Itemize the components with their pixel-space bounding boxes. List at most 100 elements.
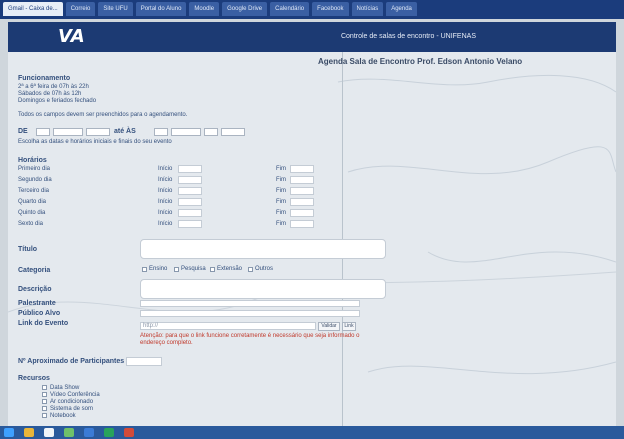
browser-tab[interactable]: Gmail - Caixa de...	[3, 2, 63, 16]
categoria-option-label: Outros	[255, 266, 274, 272]
funcionamento-line: Sábados de 07h às 12h	[18, 91, 82, 97]
categoria-option-label: Extensão	[217, 266, 243, 272]
browser-tab[interactable]: Calendário	[270, 2, 310, 16]
categoria-label: Categoria	[18, 267, 51, 274]
month-to-select[interactable]	[171, 128, 201, 136]
day-label: Terceiro dia	[18, 188, 50, 194]
agenda-title: Agenda Sala de Encontro Prof. Edson Anto…	[318, 57, 523, 66]
fim-time-input[interactable]	[290, 165, 314, 173]
categoria-option-label: Ensino	[149, 266, 168, 272]
funcionamento-heading: Funcionamento	[18, 75, 71, 82]
participantes-input[interactable]	[126, 357, 162, 366]
fim-label: Fim	[276, 188, 286, 194]
inicio-time-input[interactable]	[178, 187, 202, 195]
start-button[interactable]	[4, 428, 14, 437]
fim-label: Fim	[276, 166, 286, 172]
participantes-label: Nº Aproximado de Participantes	[18, 358, 125, 365]
categoria-radio[interactable]	[210, 267, 215, 272]
browser-tab-bar: Gmail - Caixa de... Correio Site UFU Portal…	[0, 0, 624, 19]
windows-taskbar	[0, 426, 624, 439]
date-instructions: Escolha as datas e horários iniciais e f…	[18, 139, 172, 145]
day-label: Primeiro dia	[18, 166, 51, 172]
fim-time-input[interactable]	[290, 220, 314, 228]
publico-input[interactable]	[140, 310, 360, 317]
inicio-label: Início	[158, 177, 173, 183]
recurso-label: Sistema de som	[50, 406, 94, 412]
recurso-checkbox[interactable]	[42, 413, 47, 418]
excel-taskbar-icon[interactable]	[104, 428, 114, 437]
day-label: Quinto dia	[18, 210, 46, 216]
browser-tab[interactable]: Moodle	[189, 2, 220, 16]
site-header: VA Controle de salas de encontro - UNIFE…	[8, 22, 616, 52]
inicio-label: Início	[158, 166, 173, 172]
browser-taskbar-icon[interactable]	[44, 428, 54, 437]
date-from-label: DE	[18, 128, 28, 135]
titulo-label: Título	[18, 246, 38, 253]
year-to-select[interactable]	[221, 128, 245, 136]
inicio-time-input[interactable]	[178, 209, 202, 217]
recurso-checkbox[interactable]	[42, 385, 47, 390]
link-label: Link do Evento	[18, 320, 69, 327]
recurso-label: Notebook	[50, 413, 76, 419]
fim-time-input[interactable]	[290, 187, 314, 195]
recursos-heading: Recursos	[18, 375, 50, 382]
recurso-label: Data Show	[50, 385, 80, 391]
link-button[interactable]: Link	[342, 322, 356, 331]
palestrante-input[interactable]	[140, 300, 360, 307]
categoria-radio[interactable]	[174, 267, 179, 272]
inicio-label: Início	[158, 221, 173, 227]
browser-tab[interactable]: Correio	[65, 2, 96, 16]
browser-tab[interactable]: Portal do Aluno	[135, 2, 187, 16]
funcionamento-line: Domingos e feriados fechado	[18, 98, 97, 104]
publico-label: Público Alvo	[18, 310, 61, 317]
inicio-time-input[interactable]	[178, 176, 202, 184]
descricao-label: Descrição	[18, 286, 52, 293]
fim-time-input[interactable]	[290, 198, 314, 206]
browser-tab[interactable]: Agenda	[386, 2, 417, 16]
horarios-heading: Horários	[18, 157, 47, 164]
browser-tab[interactable]: Facebook	[312, 2, 349, 16]
date-to-label: até ÀS	[114, 128, 136, 135]
day-to-select[interactable]	[154, 128, 168, 136]
browser-tab[interactable]: Google Drive	[222, 2, 268, 16]
day-label: Sexto dia	[18, 221, 44, 227]
fim-label: Fim	[276, 177, 286, 183]
inicio-label: Início	[158, 188, 173, 194]
fim-label: Fim	[276, 221, 286, 227]
inicio-time-input[interactable]	[178, 165, 202, 173]
instructions-note: Todos os campos devem ser preenchidos pa…	[18, 112, 188, 118]
inicio-label: Início	[158, 210, 173, 216]
categoria-radio[interactable]	[248, 267, 253, 272]
word-taskbar-icon[interactable]	[84, 428, 94, 437]
fim-time-input[interactable]	[290, 209, 314, 217]
recurso-label: Ar condicionado	[50, 399, 94, 405]
descricao-input[interactable]	[140, 279, 386, 299]
funcionamento-line: 2ª a 6ª feira de 07h às 22h	[18, 84, 89, 90]
day-label: Segundo dia	[18, 177, 52, 183]
browser-tab[interactable]: Site UFU	[98, 2, 133, 16]
fim-label: Fim	[276, 210, 286, 216]
recurso-checkbox[interactable]	[42, 392, 47, 397]
validar-button[interactable]: Validar	[318, 322, 340, 331]
fim-label: Fim	[276, 199, 286, 205]
inicio-time-input[interactable]	[178, 198, 202, 206]
palestrante-label: Palestrante	[18, 300, 56, 307]
browser-tab[interactable]: Notícias	[351, 2, 384, 16]
app-taskbar-icon[interactable]	[64, 428, 74, 437]
inicio-time-input[interactable]	[178, 220, 202, 228]
link-input[interactable]: http://	[140, 322, 316, 330]
powerpoint-taskbar-icon[interactable]	[124, 428, 134, 437]
fim-time-input[interactable]	[290, 176, 314, 184]
day-from-select[interactable]	[36, 128, 50, 136]
month-from-select[interactable]	[53, 128, 83, 136]
inicio-label: Início	[158, 199, 173, 205]
hour-to-select[interactable]	[204, 128, 218, 136]
link-warning: Atenção: para que o link funcione corret…	[140, 333, 360, 346]
explorer-taskbar-icon[interactable]	[24, 428, 34, 437]
titulo-input[interactable]	[140, 239, 386, 259]
categoria-radio[interactable]	[142, 267, 147, 272]
recurso-checkbox[interactable]	[42, 399, 47, 404]
university-logo: VA	[58, 26, 85, 47]
year-from-select[interactable]	[86, 128, 110, 136]
recurso-checkbox[interactable]	[42, 406, 47, 411]
